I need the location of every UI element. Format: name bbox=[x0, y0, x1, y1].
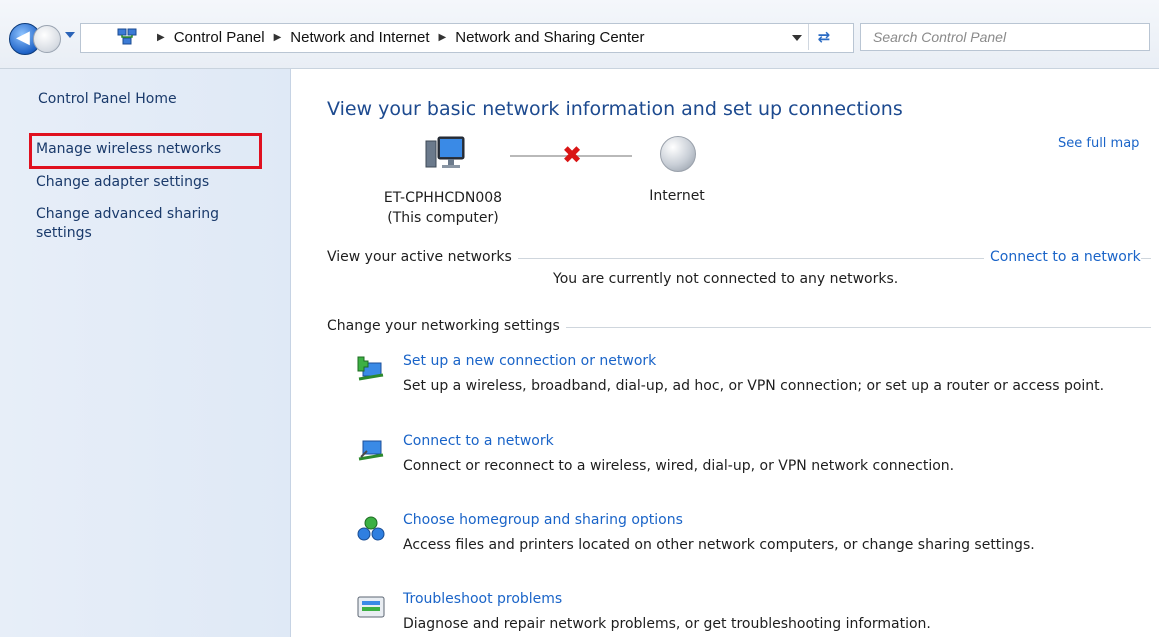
new-connection-icon bbox=[357, 356, 384, 381]
chevron-right-icon[interactable]: ▶ bbox=[439, 32, 447, 43]
breadcrumb-network-sharing-center[interactable]: Network and Sharing Center bbox=[455, 29, 644, 46]
see-full-map-link[interactable]: See full map bbox=[1058, 136, 1139, 151]
computer-name-text: ET-CPHHCDN008 bbox=[383, 190, 503, 206]
active-networks-heading: View your active networks bbox=[327, 249, 518, 265]
sidebar-change-advanced-sharing[interactable]: Change advanced sharing settings bbox=[36, 205, 266, 243]
breadcrumb-control-panel[interactable]: Control Panel bbox=[174, 29, 265, 46]
sidebar: Control Panel Home Manage wireless netwo… bbox=[0, 69, 291, 637]
sidebar-control-panel-home[interactable]: Control Panel Home bbox=[38, 91, 177, 107]
connect-to-network-link[interactable]: Connect to a network bbox=[984, 249, 1141, 265]
chevron-right-icon[interactable]: ▶ bbox=[274, 32, 282, 43]
troubleshoot-icon bbox=[357, 596, 385, 618]
chevron-right-icon: ▶ bbox=[157, 31, 165, 43]
address-history-dropdown-icon[interactable] bbox=[792, 35, 802, 41]
computer-icon bbox=[425, 136, 465, 168]
computer-name: ET-CPHHCDN008 (This computer) bbox=[368, 188, 518, 228]
page-title: View your basic network information and … bbox=[327, 98, 903, 120]
change-settings-heading: Change your networking settings bbox=[327, 318, 566, 334]
address-bar: ◀ ▶ Control Panel ▶ Network and Internet… bbox=[0, 0, 1159, 69]
task-description: Diagnose and repair network problems, or… bbox=[403, 616, 931, 632]
not-connected-message: You are currently not connected to any n… bbox=[553, 271, 899, 287]
task-description: Connect or reconnect to a wireless, wire… bbox=[403, 458, 955, 474]
connect-network-icon bbox=[358, 440, 384, 461]
computer-sub-text: (This computer) bbox=[387, 210, 499, 226]
internet-globe-icon bbox=[660, 136, 696, 172]
task-link[interactable]: Choose homegroup and sharing options bbox=[403, 512, 683, 528]
sidebar-change-adapter-settings[interactable]: Change adapter settings bbox=[36, 173, 209, 192]
disconnected-x-icon: ✖ bbox=[562, 141, 583, 169]
task-link[interactable]: Troubleshoot problems bbox=[403, 591, 562, 607]
breadcrumb: ▶ Control Panel ▶ Network and Internet ▶… bbox=[148, 23, 645, 51]
breadcrumb-network-internet[interactable]: Network and Internet bbox=[290, 29, 429, 46]
task-link[interactable]: Set up a new connection or network bbox=[403, 353, 656, 369]
internet-label: Internet bbox=[649, 188, 705, 204]
search-input[interactable]: Search Control Panel bbox=[860, 23, 1150, 51]
forward-arrow-icon[interactable] bbox=[33, 25, 61, 53]
network-folder-icon bbox=[117, 28, 137, 45]
homegroup-icon bbox=[357, 516, 385, 541]
refresh-icon[interactable]: ⇄ bbox=[808, 24, 839, 50]
task-description: Set up a wireless, broadband, dial-up, a… bbox=[403, 378, 1105, 394]
task-description: Access files and printers located on oth… bbox=[403, 537, 1035, 553]
task-link[interactable]: Connect to a network bbox=[403, 433, 554, 449]
recent-pages-dropdown-icon[interactable] bbox=[65, 32, 75, 38]
sidebar-manage-wireless-networks[interactable]: Manage wireless networks bbox=[36, 140, 221, 159]
